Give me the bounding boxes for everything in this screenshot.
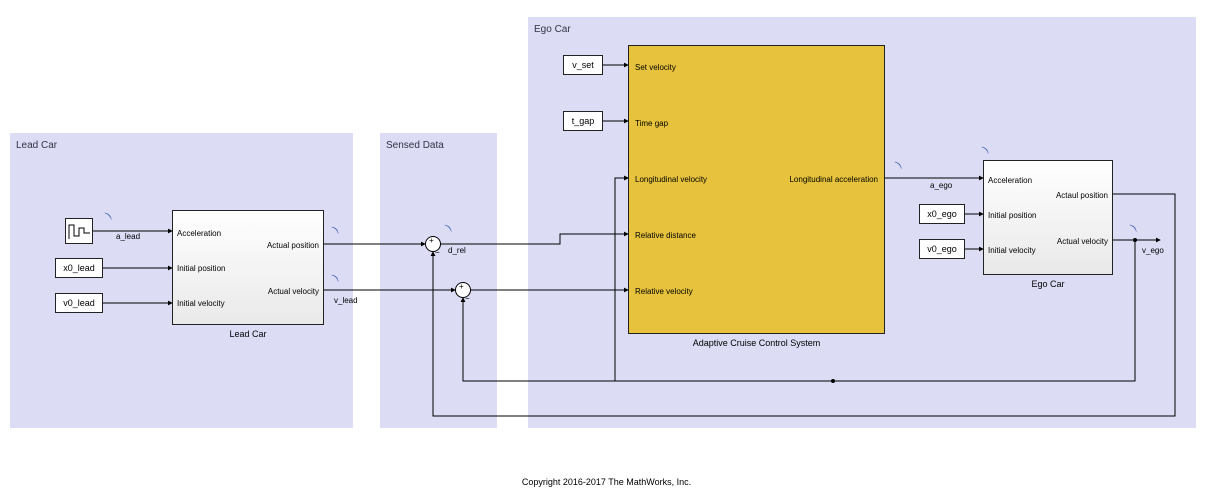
diagram-canvas: Lead Car Sensed Data Ego Car Acceleratio… <box>0 0 1213 501</box>
block-sine-wave[interactable] <box>65 218 93 244</box>
block-acc-system[interactable]: Set velocity Time gap Longitudinal veloc… <box>628 45 885 334</box>
junction <box>1133 238 1137 242</box>
block-ego-car[interactable]: Acceleration Initial position Initial ve… <box>983 160 1113 275</box>
const-x0-ego[interactable]: x0_ego <box>919 204 965 224</box>
const-tgap[interactable]: t_gap <box>563 111 603 131</box>
block-acc-title: Adaptive Cruise Control System <box>628 338 885 348</box>
const-x0-lead[interactable]: x0_lead <box>55 258 103 278</box>
port-lead-vel: Actual velocity <box>268 287 319 296</box>
sum-d-rel-minus: − <box>435 248 440 257</box>
port-ego-pos: Actaul position <box>1056 191 1108 200</box>
sum-d-rel-plus: + <box>429 236 434 245</box>
area-sensed-data <box>380 133 497 428</box>
label-a-ego: a_ego <box>930 181 952 190</box>
const-x0-ego-text: x0_ego <box>927 209 957 219</box>
const-v0-ego[interactable]: v0_ego <box>919 239 965 259</box>
block-lead-car-title: Lead Car <box>172 329 324 339</box>
port-ego-vel: Actual velocity <box>1057 237 1108 246</box>
port-acc-alon: Longitudinal acceleration <box>789 175 878 184</box>
const-vset[interactable]: v_set <box>563 55 603 75</box>
label-d-rel: d_rel <box>448 246 466 255</box>
junction <box>831 379 835 383</box>
const-v0-ego-text: v0_ego <box>927 244 957 254</box>
port-lead-accel: Acceleration <box>177 229 221 238</box>
label-v-lead: v_lead <box>334 296 358 305</box>
area-sensed-data-title: Sensed Data <box>386 140 444 151</box>
port-lead-v0: Initial velocity <box>177 299 225 308</box>
port-lead-pos: Actual position <box>267 241 319 250</box>
port-acc-tgap: Time gap <box>635 119 668 128</box>
port-ego-v0: Initial velocity <box>988 246 1036 255</box>
label-v-ego: v_ego <box>1142 246 1164 255</box>
block-ego-car-title: Ego Car <box>983 279 1113 289</box>
const-vset-text: v_set <box>572 60 594 70</box>
const-x0-lead-text: x0_lead <box>63 263 95 273</box>
port-acc-vlon: Longitudinal velocity <box>635 175 707 184</box>
sine-wave-icon <box>66 219 94 245</box>
area-ego-car-title: Ego Car <box>534 24 571 35</box>
block-lead-car[interactable]: Acceleration Initial position Initial ve… <box>172 210 324 325</box>
area-lead-car-title: Lead Car <box>16 140 57 151</box>
sum-v-rel-plus: + <box>459 282 464 291</box>
sum-v-rel-minus: − <box>465 294 470 303</box>
const-v0-lead-text: v0_lead <box>63 298 95 308</box>
const-v0-lead[interactable]: v0_lead <box>55 293 103 313</box>
port-lead-x0: Initial position <box>177 264 225 273</box>
label-a-lead: a_lead <box>116 232 140 241</box>
port-acc-vset: Set velocity <box>635 63 676 72</box>
port-ego-x0: Initial position <box>988 211 1036 220</box>
port-acc-vrel: Relative velocity <box>635 287 693 296</box>
copyright-text: Copyright 2016-2017 The MathWorks, Inc. <box>0 477 1213 487</box>
port-ego-accel: Acceleration <box>988 176 1032 185</box>
const-tgap-text: t_gap <box>572 116 595 126</box>
port-acc-drel: Relative distance <box>635 231 696 240</box>
